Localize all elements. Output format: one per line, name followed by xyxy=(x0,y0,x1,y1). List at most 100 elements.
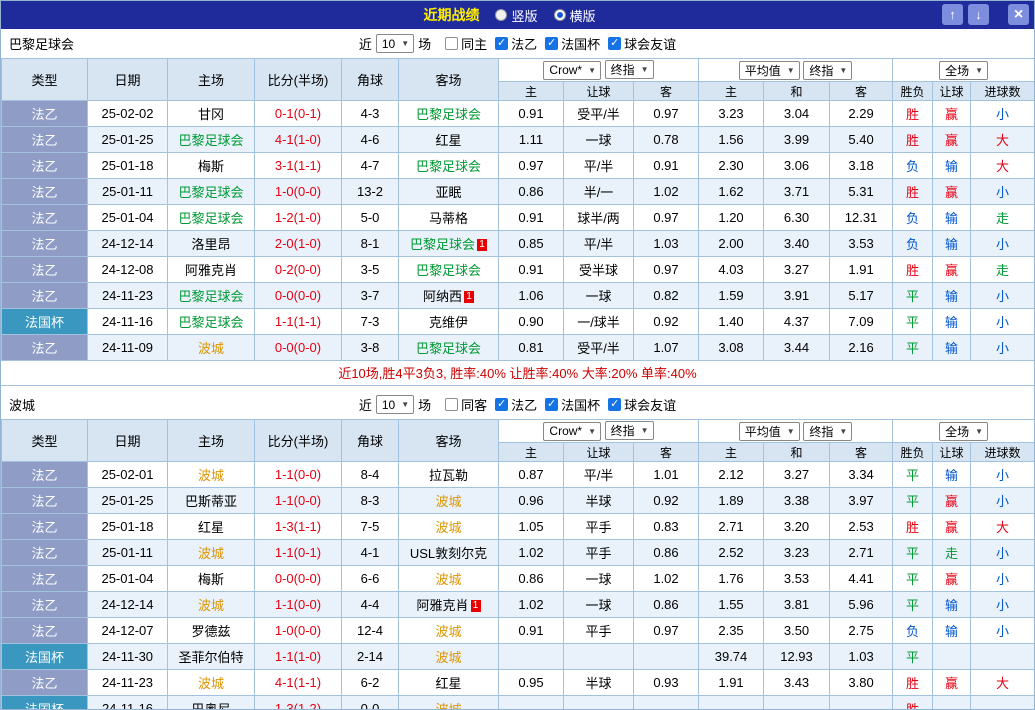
cell-avg-away: 1.91 xyxy=(830,257,893,283)
close-button[interactable]: × xyxy=(1008,4,1029,25)
cell-odds-away: 0.93 xyxy=(634,670,699,696)
cell-date: 25-01-04 xyxy=(88,205,168,231)
league-label: 法乙 xyxy=(511,395,537,414)
odds-stage-select[interactable]: 终指▼ xyxy=(605,60,654,79)
team-text: 红星 xyxy=(435,133,461,148)
cell-score: 3-1(1-1) xyxy=(255,153,342,179)
cell-result-handicap: 赢 xyxy=(933,101,971,127)
cell-date: 24-12-07 xyxy=(88,618,168,644)
league-filter-ligue2[interactable]: ✓ 法乙 xyxy=(495,395,537,414)
cell-result-outcome: 平 xyxy=(893,566,933,592)
cell-avg-home: 2.35 xyxy=(699,618,764,644)
same-venue-checkbox[interactable] xyxy=(445,37,458,50)
cell-home-team: 巴黎足球会 xyxy=(168,283,255,309)
radio-icon[interactable] xyxy=(554,9,566,21)
league-checkbox[interactable]: ✓ xyxy=(608,398,621,411)
league-filter-cup[interactable]: ✓ 法国杯 xyxy=(545,395,600,414)
cell-corners: 8-3 xyxy=(342,488,399,514)
same-venue-checkbox[interactable] xyxy=(445,398,458,411)
cell-home-team: 波城 xyxy=(168,670,255,696)
league-checkbox[interactable]: ✓ xyxy=(608,37,621,50)
radio-icon[interactable] xyxy=(495,9,507,21)
cell-result-outcome: 胜 xyxy=(893,127,933,153)
cell-result-goals: 小 xyxy=(971,101,1035,127)
odds-company-select[interactable]: Crow*▼ xyxy=(543,61,601,80)
cell-result-goals: 小 xyxy=(971,566,1035,592)
panel-title: 近期战绩 xyxy=(423,5,479,25)
league-checkbox[interactable]: ✓ xyxy=(495,37,508,50)
cell-result-goals: 小 xyxy=(971,462,1035,488)
match-scope-select[interactable]: 全场▼ xyxy=(939,422,988,441)
col-result-goals: 进球数 xyxy=(971,82,1035,101)
col-avg-draw: 和 xyxy=(764,443,830,462)
move-down-button[interactable]: ↓ xyxy=(968,4,989,25)
recent-count-select[interactable]: 10 ▼ xyxy=(376,34,414,53)
cell-competition: 法乙 xyxy=(2,488,88,514)
cell-odds-away: 0.78 xyxy=(634,127,699,153)
cell-competition: 法乙 xyxy=(2,670,88,696)
cell-away-team: 马蒂格 xyxy=(399,205,499,231)
avg-stage-select[interactable]: 终指▼ xyxy=(803,422,852,441)
team-name: 巴黎足球会 xyxy=(9,34,74,53)
avg-header-cell: 平均值▼ 终指▼ xyxy=(699,59,893,82)
league-filter-cup[interactable]: ✓ 法国杯 xyxy=(545,34,600,53)
match-row: 法乙24-11-09波城0-0(0-0)3-8巴黎足球会0.81受平/半1.07… xyxy=(2,335,1035,361)
same-venue-filter[interactable]: 同主 xyxy=(445,34,487,53)
cell-odds-handicap xyxy=(564,644,634,670)
same-venue-filter[interactable]: 同客 xyxy=(445,395,487,414)
cell-avg-draw: 3.81 xyxy=(764,592,830,618)
layout-horizontal-radio[interactable]: 横版 xyxy=(554,6,596,25)
cell-home-team: 巴奥尼 xyxy=(168,696,255,710)
cell-avg-home: 2.30 xyxy=(699,153,764,179)
cell-avg-home: 3.08 xyxy=(699,335,764,361)
odds-company-select[interactable]: Crow*▼ xyxy=(543,422,601,441)
team-text: 巴黎足球会 xyxy=(178,289,243,304)
col-odds-handicap: 让球 xyxy=(564,443,634,462)
cell-result-goals: 小 xyxy=(971,488,1035,514)
avg-type-select[interactable]: 平均值▼ xyxy=(739,422,800,441)
cell-avg-away: 5.40 xyxy=(830,127,893,153)
cell-result-handicap: 输 xyxy=(933,462,971,488)
cell-odds-away xyxy=(634,644,699,670)
col-header-home: 主场 xyxy=(168,59,255,101)
recent-count-select[interactable]: 10 ▼ xyxy=(376,395,414,414)
cell-result-goals: 大 xyxy=(971,670,1035,696)
scope-header-cell: 全场▼ xyxy=(893,59,1035,82)
col-odds-away: 客 xyxy=(634,82,699,101)
cell-avg-draw: 3.23 xyxy=(764,540,830,566)
col-header-corner: 角球 xyxy=(342,420,399,462)
cell-odds-handicap: 一球 xyxy=(564,127,634,153)
chevron-down-icon: ▼ xyxy=(787,427,795,436)
cell-result-goals: 小 xyxy=(971,592,1035,618)
league-checkbox[interactable]: ✓ xyxy=(545,37,558,50)
cell-odds-handicap: 受半球 xyxy=(564,257,634,283)
move-up-button[interactable]: ↑ xyxy=(942,4,963,25)
layout-vertical-radio[interactable]: 竖版 xyxy=(495,6,537,25)
league-filter-friendly[interactable]: ✓ 球会友谊 xyxy=(608,395,676,414)
match-scope-select[interactable]: 全场▼ xyxy=(939,61,988,80)
cell-avg-away: 7.09 xyxy=(830,309,893,335)
recent-count-value: 10 xyxy=(382,37,395,51)
match-row: 法乙24-12-08阿雅克肖0-2(0-0)3-5巴黎足球会0.91受半球0.9… xyxy=(2,257,1035,283)
odds-stage-select[interactable]: 终指▼ xyxy=(605,421,654,440)
cell-odds-handicap: 平/半 xyxy=(564,231,634,257)
avg-stage-select[interactable]: 终指▼ xyxy=(803,61,852,80)
matches-label: 场 xyxy=(418,34,431,53)
cell-result-outcome: 平 xyxy=(893,540,933,566)
league-filter-ligue2[interactable]: ✓ 法乙 xyxy=(495,34,537,53)
league-filter-friendly[interactable]: ✓ 球会友谊 xyxy=(608,34,676,53)
match-row: 法乙24-11-23巴黎足球会0-0(0-0)3-7阿纳西11.06一球0.82… xyxy=(2,283,1035,309)
cell-score: 1-1(0-0) xyxy=(255,592,342,618)
league-checkbox[interactable]: ✓ xyxy=(495,398,508,411)
cell-competition: 法乙 xyxy=(2,153,88,179)
cell-odds-handicap: 平/半 xyxy=(564,153,634,179)
cell-result-outcome: 负 xyxy=(893,618,933,644)
league-checkbox[interactable]: ✓ xyxy=(545,398,558,411)
team-text: 阿雅克肖 xyxy=(416,598,468,613)
cell-competition: 法乙 xyxy=(2,179,88,205)
cell-home-team: 波城 xyxy=(168,540,255,566)
avg-type-select[interactable]: 平均值▼ xyxy=(739,61,800,80)
cell-result-goals: 小 xyxy=(971,179,1035,205)
cell-away-team: 波城 xyxy=(399,514,499,540)
match-row: 法国杯24-11-16巴奥尼1-3(1-2)0-0波城胜 xyxy=(2,696,1035,710)
